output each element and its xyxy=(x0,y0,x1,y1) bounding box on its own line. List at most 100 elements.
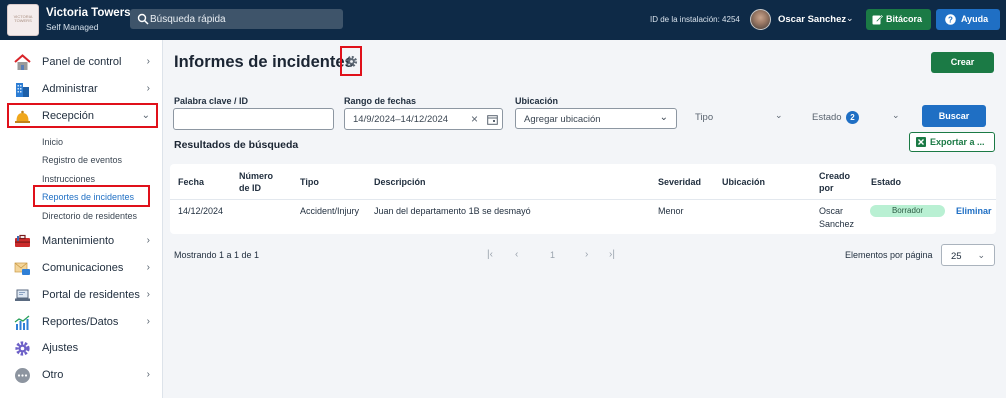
chevron-down-icon: ⌄ xyxy=(977,250,985,260)
table-header-ubicacion[interactable]: Ubicación xyxy=(722,176,765,188)
cell-creado-por: Oscar Sanchez xyxy=(819,206,855,229)
location-select[interactable]: Agregar ubicación ⌄ xyxy=(515,108,677,129)
date-range-value: 14/9/2024–14/12/2024 xyxy=(353,114,449,125)
table-header-descripcion[interactable]: Descripción xyxy=(374,176,426,188)
sidebar-item-label: Administrar xyxy=(42,83,98,95)
house-icon xyxy=(14,54,31,70)
sidebar-subitem-directorio-residentes[interactable]: Directorio de residentes xyxy=(42,211,137,221)
dots-icon xyxy=(15,368,30,383)
chevron-right-icon: › xyxy=(146,83,150,94)
app-title: Victoria Towers xyxy=(46,7,131,19)
table-header-id[interactable]: Número de ID xyxy=(239,170,279,194)
excel-icon xyxy=(916,137,926,147)
table-header-tipo[interactable]: Tipo xyxy=(300,176,319,188)
sidebar-subitem-inicio[interactable]: Inicio xyxy=(42,137,63,147)
table-header-creado-por[interactable]: Creado por xyxy=(819,170,859,194)
sidebar-item-label: Otro xyxy=(42,369,64,381)
keyword-label: Palabra clave / ID xyxy=(174,96,249,106)
export-button[interactable]: Exportar a ... xyxy=(909,132,995,152)
clear-icon[interactable]: × xyxy=(471,112,478,126)
sidebar-subitem-registro-eventos[interactable]: Registro de eventos xyxy=(42,155,122,165)
sidebar-item-panel-de-control[interactable]: Panel de control › xyxy=(8,51,158,73)
date-range-input[interactable]: 14/9/2024–14/12/2024 × xyxy=(344,108,503,130)
sidebar-item-administrar[interactable]: Administrar › xyxy=(8,78,158,100)
bitacora-label: Bitácora xyxy=(886,14,923,24)
results-title: Resultados de búsqueda xyxy=(174,139,299,151)
edit-icon xyxy=(872,15,883,25)
avatar[interactable] xyxy=(750,9,771,30)
logo[interactable]: VICTORIA TOWERS xyxy=(7,4,39,36)
mail-icon xyxy=(14,262,30,275)
chevron-right-icon: › xyxy=(146,369,150,380)
chevron-right-icon: › xyxy=(146,262,150,273)
page-number[interactable]: 1 xyxy=(550,250,555,260)
type-filter[interactable]: Tipo xyxy=(695,112,713,123)
sidebar-item-ajustes[interactable]: Ajustes xyxy=(8,337,158,359)
logo-text: VICTORIA TOWERS xyxy=(13,14,33,23)
chevron-right-icon: › xyxy=(146,316,150,327)
location-value: Agregar ubicación xyxy=(524,114,601,125)
chevron-down-icon: ⌄ xyxy=(659,112,668,123)
last-page-icon[interactable]: ›| xyxy=(609,249,615,260)
help-button[interactable]: ? Ayuda xyxy=(936,9,1000,30)
chevron-down-icon[interactable]: ⌄ xyxy=(846,13,854,24)
pagination-summary: Mostrando 1 a 1 de 1 xyxy=(174,250,260,260)
per-page-label: Elementos por página xyxy=(845,250,933,260)
app-subtitle: Self Managed xyxy=(46,22,99,32)
cell-descripcion: Juan del departamento 1B se desmayó xyxy=(374,206,531,216)
next-page-icon[interactable]: › xyxy=(585,249,588,260)
gear-icon xyxy=(15,341,30,356)
table-header-estado[interactable]: Estado xyxy=(871,176,901,188)
bitacora-button[interactable]: Bitácora xyxy=(866,9,931,30)
sidebar-subitem-instrucciones[interactable]: Instrucciones xyxy=(42,174,95,184)
prev-page-icon[interactable]: ‹ xyxy=(515,249,518,260)
sidebar-item-label: Ajustes xyxy=(42,342,79,354)
chart-icon xyxy=(14,315,30,330)
status-count-badge: 2 xyxy=(846,111,859,124)
sidebar-item-label: Mantenimiento xyxy=(42,235,115,247)
highlight-box xyxy=(7,103,158,128)
search-button[interactable]: Buscar xyxy=(922,105,986,127)
cell-fecha: 14/12/2024 xyxy=(178,206,224,216)
cell-severidad: Menor xyxy=(658,206,684,216)
table-header-severidad[interactable]: Severidad xyxy=(658,176,701,188)
create-button[interactable]: Crear xyxy=(931,52,994,73)
chevron-right-icon: › xyxy=(146,289,150,300)
page-title: Informes de incidentes xyxy=(174,53,354,71)
building-icon xyxy=(16,83,29,97)
sidebar-item-mantenimiento[interactable]: Mantenimiento › xyxy=(8,230,158,252)
sidebar-item-otro[interactable]: Otro › xyxy=(8,364,158,386)
delete-link[interactable]: Eliminar xyxy=(956,206,992,216)
sidebar-item-label: Comunicaciones xyxy=(42,262,124,274)
search-icon xyxy=(137,13,149,25)
divider xyxy=(170,199,996,200)
highlight-box xyxy=(340,46,362,76)
first-page-icon[interactable]: |‹ xyxy=(487,249,493,260)
laptop-icon xyxy=(15,289,30,301)
quick-search[interactable] xyxy=(130,9,343,29)
installation-id: ID de la instalación: 4254 xyxy=(650,15,740,24)
sidebar-item-comunicaciones[interactable]: Comunicaciones › xyxy=(8,257,158,279)
chevron-right-icon: › xyxy=(146,56,150,67)
chevron-down-icon[interactable]: ⌄ xyxy=(892,110,900,121)
highlight-box xyxy=(33,185,150,207)
status-badge: Borrador xyxy=(870,205,945,217)
search-input[interactable] xyxy=(150,11,338,27)
sidebar-item-portal-residentes[interactable]: Portal de residentes › xyxy=(8,284,158,306)
per-page-select[interactable]: 25 ⌄ xyxy=(941,244,995,266)
keyword-input[interactable] xyxy=(173,108,334,130)
chevron-down-icon[interactable]: ⌄ xyxy=(775,110,783,121)
table-header-fecha[interactable]: Fecha xyxy=(178,176,204,188)
user-name[interactable]: Oscar Sanchez xyxy=(778,14,846,25)
chevron-right-icon: › xyxy=(146,235,150,246)
help-label: Ayuda xyxy=(961,14,989,24)
sidebar-item-label: Reportes/Datos xyxy=(42,316,119,328)
sidebar-item-label: Panel de control xyxy=(42,56,122,68)
location-label: Ubicación xyxy=(515,96,559,106)
status-filter[interactable]: Estado xyxy=(812,112,842,123)
help-icon: ? xyxy=(945,14,956,25)
calendar-icon[interactable] xyxy=(487,114,498,125)
sidebar-item-reportes-datos[interactable]: Reportes/Datos › xyxy=(8,311,158,333)
toolbox-icon xyxy=(15,234,30,247)
cell-tipo: Accident/Injury xyxy=(300,206,360,216)
